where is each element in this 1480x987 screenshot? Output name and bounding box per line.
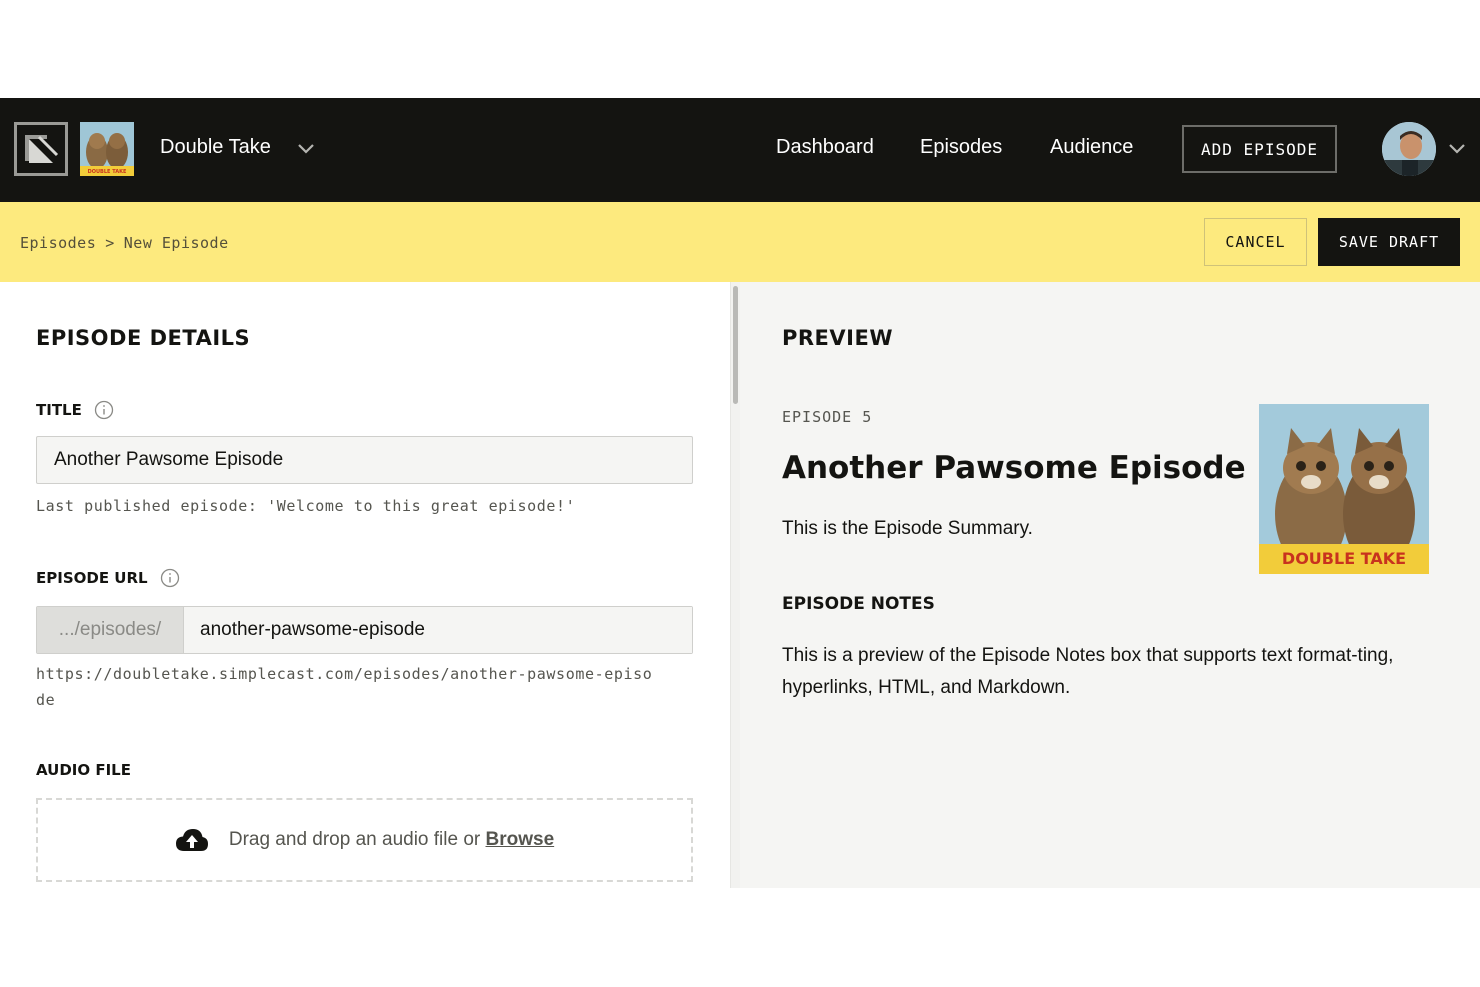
title-label: TITLE (36, 400, 114, 420)
browse-link[interactable]: Browse (486, 829, 555, 850)
breadcrumb-current: New Episode (123, 234, 229, 252)
show-artwork-thumbnail[interactable]: DOUBLE TAKE (80, 122, 134, 176)
title-label-text: TITLE (36, 401, 82, 419)
dropzone-text: Drag and drop an audio file or Browse (229, 829, 554, 851)
info-icon[interactable] (94, 400, 114, 420)
preview-panel: PREVIEW EPISODE 5 Another Pawsome Episod… (740, 282, 1480, 888)
breadcrumb-bar: Episodes > New Episode CANCEL SAVE DRAFT (0, 202, 1480, 282)
preview-heading: PREVIEW (782, 326, 893, 350)
title-input[interactable] (36, 436, 693, 484)
full-url-line-1: https://doubletake.simplecast.com/episod… (36, 665, 653, 683)
nav-dashboard[interactable]: Dashboard (776, 136, 874, 159)
full-url-preview: https://doubletake.simplecast.com/episod… (36, 661, 652, 713)
show-art-text: DOUBLE TAKE (88, 169, 127, 175)
scrollbar-thumb[interactable] (733, 286, 738, 404)
url-slug-input[interactable] (184, 607, 692, 653)
episode-notes-body: This is a preview of the Episode Notes b… (782, 645, 1394, 698)
nav-episodes[interactable]: Episodes (920, 136, 1002, 159)
episode-details-panel: EPISODE DETAILS TITLE Last published epi… (0, 282, 730, 888)
info-icon[interactable] (160, 568, 180, 588)
episode-url-label: EPISODE URL (36, 568, 180, 588)
full-url-line-2: de (36, 691, 56, 709)
preview-summary: This is the Episode Summary. (782, 518, 1033, 539)
chevron-down-icon[interactable] (1446, 136, 1468, 160)
avatar[interactable] (1382, 122, 1436, 176)
breadcrumb-separator: > (105, 234, 115, 252)
drop-text: Drag and drop an audio file or (228, 829, 481, 850)
app-window: DOUBLE TAKE Double Take Dashboard Episod… (0, 98, 1480, 888)
simplecast-logo-icon[interactable] (14, 122, 68, 176)
scrollbar[interactable] (730, 282, 740, 888)
nav-audience[interactable]: Audience (1050, 136, 1133, 159)
top-navbar: DOUBLE TAKE Double Take Dashboard Episod… (0, 98, 1480, 202)
episode-artwork: DOUBLE TAKE (1259, 404, 1429, 574)
preview-title: Another Pawsome Episode (782, 450, 1246, 486)
episode-art-text: DOUBLE TAKE (1282, 549, 1406, 568)
last-published-hint: Last published episode: 'Welcome to this… (36, 497, 576, 515)
breadcrumb: Episodes > New Episode (20, 234, 238, 252)
episode-details-heading: EPISODE DETAILS (36, 326, 251, 350)
url-prefix: .../episodes/ (37, 607, 184, 653)
cloud-upload-icon (175, 829, 208, 851)
episode-number: EPISODE 5 (782, 408, 873, 426)
save-draft-button[interactable]: SAVE DRAFT (1318, 218, 1460, 266)
chevron-down-icon[interactable] (296, 136, 316, 160)
episode-url-field: .../episodes/ (36, 606, 693, 654)
episode-url-label-text: EPISODE URL (36, 569, 148, 587)
episode-notes-heading: EPISODE NOTES (782, 594, 935, 614)
audio-file-label: AUDIO FILE (36, 761, 131, 779)
audio-dropzone[interactable]: Drag and drop an audio file or Browse (36, 798, 693, 882)
show-name[interactable]: Double Take (160, 136, 271, 159)
cancel-button[interactable]: CANCEL (1204, 218, 1307, 266)
breadcrumb-episodes-link[interactable]: Episodes (20, 234, 96, 252)
add-episode-button[interactable]: ADD EPISODE (1182, 125, 1337, 173)
